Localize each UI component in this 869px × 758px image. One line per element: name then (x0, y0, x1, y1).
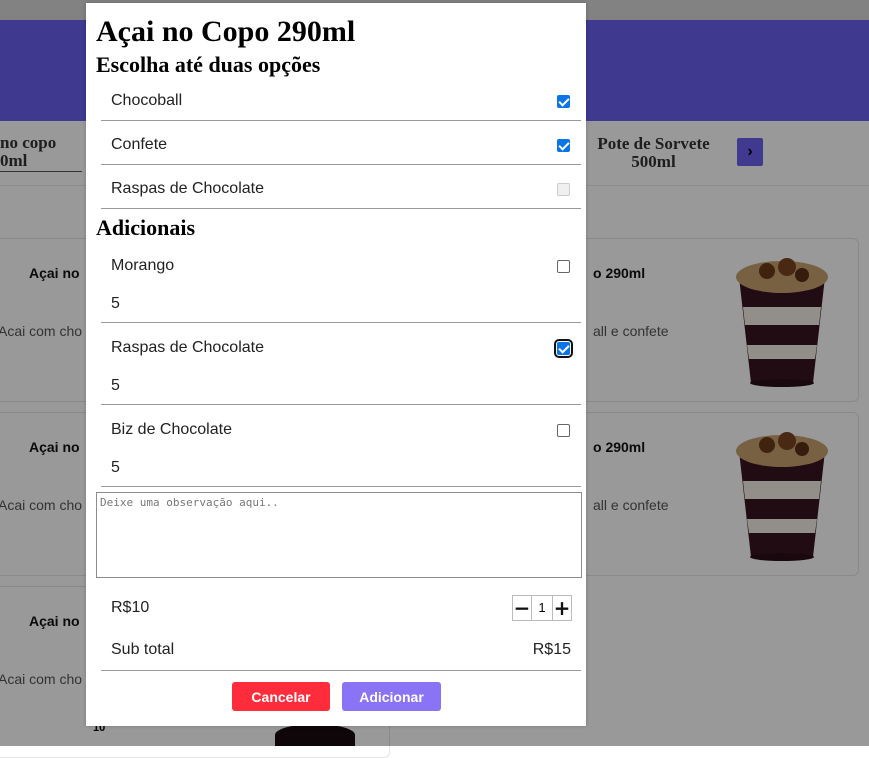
addition-checkbox[interactable] (557, 260, 570, 273)
option-label: Raspas de Chocolate (111, 180, 264, 197)
unit-price: R$10 (111, 599, 150, 616)
addition-label: Morango (111, 257, 175, 274)
option-label: Chocoball (111, 92, 183, 109)
increase-quantity-button[interactable]: + (553, 596, 571, 620)
option-row[interactable]: Confete (101, 121, 581, 165)
addition-checkbox[interactable] (557, 424, 570, 437)
modal-title: Açai no Copo 290ml (96, 15, 356, 48)
option-checkbox[interactable] (557, 95, 570, 108)
addition-price: 5 (111, 459, 120, 476)
addition-label: Biz de Chocolate (111, 421, 232, 438)
addition-row[interactable]: Biz de Chocolate 5 (101, 405, 581, 487)
choose-options-title: Escolha até duas opções (96, 52, 321, 77)
cancel-button[interactable]: Cancelar (232, 682, 330, 711)
add-button[interactable]: Adicionar (342, 682, 441, 711)
addition-row[interactable]: Raspas de Chocolate 5 (101, 323, 581, 405)
subtotal-label: Sub total (111, 641, 175, 658)
quantity-stepper: − 1 + (512, 595, 572, 621)
addition-label: Raspas de Chocolate (111, 339, 264, 356)
option-row: Raspas de Chocolate (101, 165, 581, 209)
decrease-quantity-button[interactable]: − (513, 596, 531, 620)
quantity-value: 1 (531, 596, 553, 620)
observation-textarea[interactable] (96, 492, 582, 578)
addition-row[interactable]: Morango 5 (101, 243, 581, 323)
option-checkbox[interactable] (557, 139, 570, 152)
subtotal-value: R$15 (532, 641, 571, 658)
product-options-modal: Açai no Copo 290ml Escolha até duas opçõ… (86, 3, 586, 726)
addition-price: 5 (111, 377, 120, 394)
additions-title: Adicionais (96, 215, 196, 240)
option-checkbox-disabled (557, 183, 570, 196)
option-row[interactable]: Chocoball (101, 79, 581, 121)
addition-checkbox[interactable] (554, 339, 573, 358)
option-label: Confete (111, 136, 168, 153)
subtotal-row: Sub total R$15 (101, 635, 581, 671)
addition-price: 5 (111, 295, 120, 312)
